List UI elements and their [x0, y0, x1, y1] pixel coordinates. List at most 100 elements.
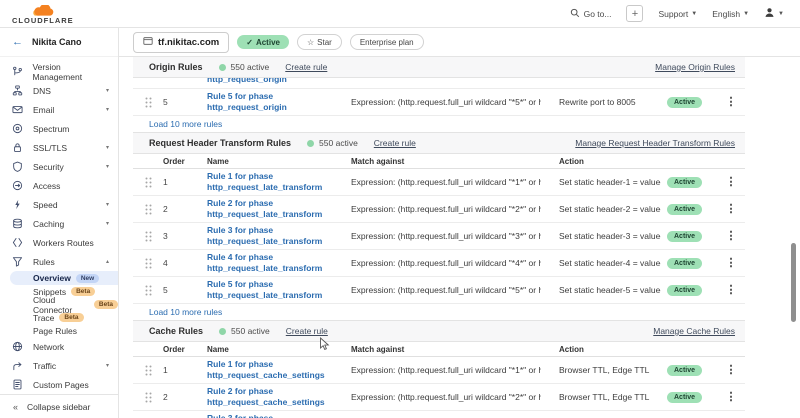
kebab-menu-icon[interactable]: ⋮ [726, 365, 737, 375]
drag-handle-icon[interactable] [145, 177, 152, 188]
sidebar-item-ssl-tls[interactable]: SSL/TLS▾ [0, 138, 118, 157]
rule-status-badge: Active [667, 231, 702, 242]
sidebar-item-version-management[interactable]: Version Management [0, 62, 118, 81]
sidebar-item-rules[interactable]: Rules▴ [0, 252, 118, 271]
chevron-down-icon: ▾ [106, 163, 109, 170]
plan-badge: Enterprise plan [350, 34, 424, 50]
kebab-menu-icon[interactable]: ⋮ [726, 285, 737, 295]
beta-badge: Beta [59, 313, 83, 322]
sidebar-item-traffic[interactable]: Traffic▾ [0, 356, 118, 375]
table-row: 5Rule 5 for phasehttp_request_late_trans… [133, 277, 745, 304]
section-header: Request Header Transform Rules550 active… [133, 133, 745, 154]
kebab-menu-icon[interactable]: ⋮ [726, 177, 737, 187]
collapse-sidebar-button[interactable]: « Collapse sidebar [0, 394, 118, 418]
rule-name-link[interactable]: Rule 3 for phasehttp_request_late_transf… [191, 225, 327, 248]
sidebar-item-workers-routes[interactable]: Workers Routes [0, 233, 118, 252]
load-more-link[interactable]: Load 10 more rules [149, 119, 222, 129]
sidebar-item-overview[interactable]: OverviewNew [10, 271, 118, 285]
main-content: tf.nikitac.com ✓ Active ☆ Star Enterpris… [119, 28, 800, 418]
beta-badge: Beta [94, 300, 118, 309]
create-rule-link[interactable]: Create rule [374, 138, 416, 148]
sidebar-item-spectrum[interactable]: Spectrum [0, 119, 118, 138]
rule-order: 2 [163, 204, 191, 214]
kebab-menu-icon[interactable]: ⋮ [726, 392, 737, 402]
kebab-menu-icon[interactable]: ⋮ [726, 204, 737, 214]
account-name: Nikita Cano [32, 37, 82, 47]
rule-name-link[interactable]: Rule 1 for phasehttp_request_late_transf… [191, 171, 327, 194]
rule-action: Browser TTL, Edge TTL [541, 392, 661, 402]
rule-action: Set static header-1 = value-1 [541, 177, 661, 187]
rule-name-link[interactable]: Rule 3 for phasehttp_request_cache_setti… [191, 413, 327, 418]
sidebar-item-email[interactable]: Email▾ [0, 100, 118, 119]
create-rule-link[interactable]: Create rule [286, 326, 328, 336]
ssl-lock-icon [12, 142, 24, 154]
cloudflare-logo[interactable]: CLOUDFLARE [12, 5, 74, 25]
rule-order: 3 [163, 231, 191, 241]
sidebar-item-page-rules[interactable]: Page Rules [0, 324, 118, 337]
chevron-down-icon: ▾ [106, 87, 109, 94]
sidebar-item-security[interactable]: Security▾ [0, 157, 118, 176]
drag-handle-icon[interactable] [145, 285, 152, 296]
sidebar-item-cloud-connector[interactable]: Cloud ConnectorBeta [0, 298, 118, 311]
star-button[interactable]: ☆ Star [297, 34, 342, 50]
sidebar-item-custom-pages[interactable]: Custom Pages [0, 375, 118, 394]
section-header: Origin Rules550 activeCreate ruleManage … [133, 57, 745, 78]
spectrum-icon [12, 123, 24, 135]
kebab-menu-icon[interactable]: ⋮ [726, 231, 737, 241]
cloudflare-cloud-icon [31, 5, 55, 17]
sidebar-item-caching[interactable]: Caching▾ [0, 214, 118, 233]
rule-name-link[interactable]: Rule 2 for phasehttp_request_cache_setti… [191, 386, 327, 409]
dns-icon [12, 85, 24, 97]
section-cache-rules: Cache Rules550 activeCreate ruleManage C… [133, 321, 745, 418]
drag-handle-icon[interactable] [145, 204, 152, 215]
add-site-button[interactable]: + [626, 5, 643, 22]
kebab-menu-icon[interactable]: ⋮ [726, 258, 737, 268]
drag-handle-icon[interactable] [145, 97, 152, 108]
active-dot-icon [219, 328, 226, 335]
rule-name-link[interactable]: Rule 1 for phasehttp_request_cache_setti… [191, 359, 327, 382]
manage-rules-link[interactable]: Manage Request Header Transform Rules [575, 138, 735, 148]
sidebar-item-network[interactable]: Network [0, 337, 118, 356]
goto-label: Go to... [584, 9, 612, 19]
rule-name-link[interactable]: Rule 4 for phasehttp_request_late_transf… [191, 252, 327, 275]
manage-rules-link[interactable]: Manage Origin Rules [655, 62, 735, 72]
back-arrow-icon[interactable]: ← [12, 36, 23, 48]
drag-handle-icon[interactable] [145, 365, 152, 376]
vertical-scrollbar[interactable] [791, 243, 796, 322]
table-row: 3Rule 3 for phasehttp_request_late_trans… [133, 223, 745, 250]
star-icon: ☆ [307, 38, 314, 47]
language-menu[interactable]: English ▼ [712, 9, 749, 19]
sidebar-item-access[interactable]: Access [0, 176, 118, 195]
drag-handle-icon[interactable] [145, 231, 152, 242]
rule-name-link[interactable]: Rule 2 for phasehttp_request_late_transf… [191, 198, 327, 221]
rule-name-link[interactable]: Rule 5 for phasehttp_request_origin [191, 91, 327, 114]
chevron-down-icon: ▼ [691, 11, 697, 17]
account-menu[interactable]: ▼ [764, 7, 784, 20]
check-icon: ✓ [246, 38, 253, 47]
sidebar-item-dns[interactable]: DNS▾ [0, 81, 118, 100]
rule-action: Browser TTL, Edge TTL [541, 365, 661, 375]
workers-routes-icon [12, 237, 24, 249]
sidebar-item-speed[interactable]: Speed▾ [0, 195, 118, 214]
manage-rules-link[interactable]: Manage Cache Rules [653, 326, 735, 336]
rule-status-badge: Active [667, 204, 702, 215]
table-row: 4Rule 4 for phasehttp_request_late_trans… [133, 250, 745, 277]
rule-action: Rewrite port to 8005 [541, 97, 661, 107]
goto-search[interactable]: Go to... [570, 8, 612, 20]
rule-expression: Expression: (http.request.full_uri wildc… [327, 204, 541, 214]
drag-handle-icon[interactable] [145, 392, 152, 403]
support-menu[interactable]: Support ▼ [658, 9, 697, 19]
create-rule-link[interactable]: Create rule [285, 62, 327, 72]
table-row: 1Rule 1 for phasehttp_request_cache_sett… [133, 357, 745, 384]
rule-action: Set static header-3 = value-3 [541, 231, 661, 241]
rules-scroll-area: Origin Rules550 activeCreate ruleManage … [119, 57, 800, 418]
load-more-link[interactable]: Load 10 more rules [149, 307, 222, 317]
kebab-menu-icon[interactable]: ⋮ [726, 97, 737, 107]
cloudflare-dashboard: CLOUDFLARE Go to... + Support ▼ English … [0, 0, 800, 418]
table-row: 3Rule 3 for phasehttp_request_cache_sett… [133, 411, 745, 418]
drag-handle-icon[interactable] [145, 258, 152, 269]
rule-name-link[interactable]: Rule 5 for phasehttp_request_late_transf… [191, 279, 327, 302]
chevron-down-icon: ▾ [106, 362, 109, 369]
rule-order: 5 [163, 285, 191, 295]
domain-selector[interactable]: tf.nikitac.com [133, 32, 229, 53]
